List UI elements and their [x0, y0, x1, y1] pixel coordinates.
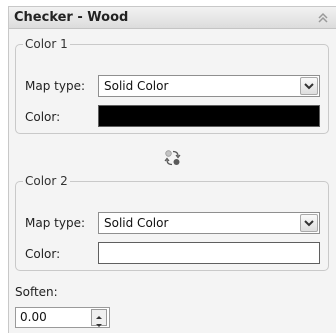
- arrow-up-icon[interactable]: [92, 310, 106, 319]
- swap-colors-icon[interactable]: [164, 149, 182, 167]
- soften-spinner-buttons: [91, 309, 107, 327]
- color1-group: Color 1 Map type: Solid Color Color:: [15, 37, 329, 134]
- soften-spinner: [15, 307, 110, 328]
- panel-title: Checker - Wood: [14, 10, 129, 25]
- color2-group: Color 2 Map type: Solid Color Color:: [15, 174, 329, 271]
- panel-header[interactable]: Checker - Wood: [9, 7, 336, 29]
- color1-swatch[interactable]: [98, 105, 320, 127]
- color1-group-label: Color 1: [23, 37, 70, 51]
- color1-map-type-label: Map type:: [25, 79, 85, 93]
- color2-map-type-label: Map type:: [25, 216, 85, 230]
- color2-group-label: Color 2: [23, 174, 70, 188]
- chevron-down-icon[interactable]: [300, 77, 318, 95]
- color2-swatch[interactable]: [98, 242, 320, 264]
- color1-map-type-select[interactable]: Solid Color: [98, 75, 320, 97]
- arrow-down-icon[interactable]: [92, 318, 106, 327]
- color1-map-type-value: Solid Color: [104, 79, 169, 93]
- checker-panel: Checker - Wood Color 1 Map type: Solid C…: [8, 6, 336, 333]
- soften-label: Soften:: [15, 285, 58, 299]
- color2-map-type-select[interactable]: Solid Color: [98, 212, 320, 234]
- color2-map-type-value: Solid Color: [104, 216, 169, 230]
- soften-input[interactable]: [18, 309, 84, 325]
- chevron-down-icon[interactable]: [300, 214, 318, 232]
- color1-color-label: Color:: [25, 110, 61, 124]
- color2-color-label: Color:: [25, 247, 61, 261]
- collapse-icon[interactable]: [316, 11, 330, 25]
